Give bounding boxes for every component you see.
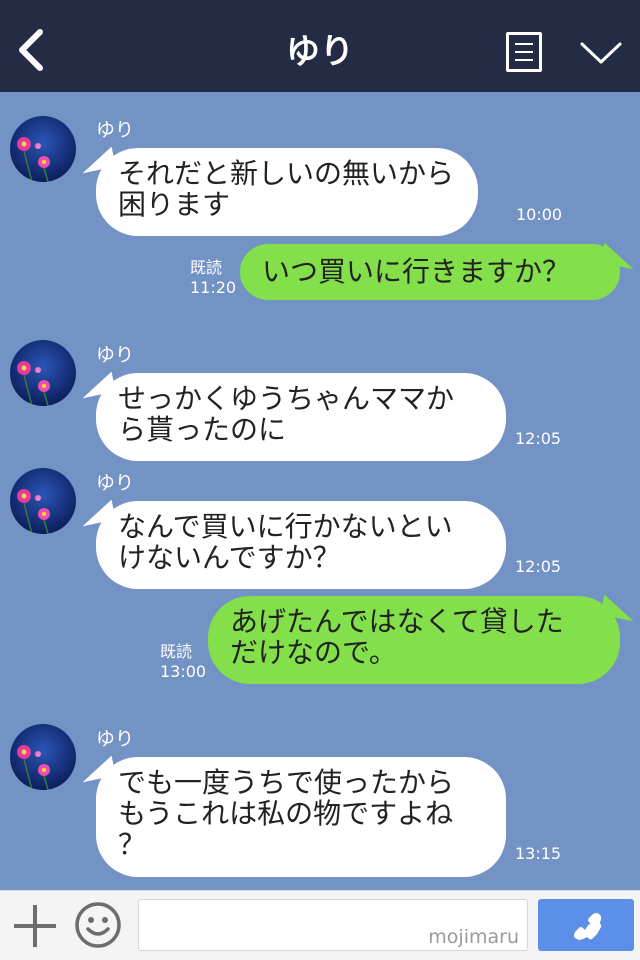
attach-button[interactable]: [14, 905, 56, 947]
avatar[interactable]: [10, 724, 76, 790]
read-label: 既読: [190, 258, 223, 277]
message-line: もうこれは私の物ですよね: [118, 797, 454, 830]
sender-name: ゆり: [96, 344, 135, 366]
message-time: 12:05: [515, 557, 562, 576]
smiley-icon: [75, 902, 121, 948]
chat-header: ゆり: [0, 0, 640, 92]
read-receipt: 既読 11:20: [190, 258, 236, 298]
read-label: 既読: [160, 642, 193, 661]
avatar[interactable]: [10, 116, 76, 182]
watermark-text: mojimaru: [428, 926, 519, 948]
outgoing-message-bubble[interactable]: あげたんではなくて貸した だけなので。: [208, 596, 620, 684]
sender-name: ゆり: [96, 119, 135, 141]
chevron-down-icon: [580, 42, 622, 64]
incoming-message-bubble[interactable]: なんで買いに行かないとい けないんですか？: [96, 501, 506, 589]
flower-avatar-image: [10, 724, 76, 790]
phone-icon: [574, 913, 602, 940]
incoming-message-bubble[interactable]: でも一度うちで使ったから もうこれは私の物ですよね ？: [96, 757, 506, 877]
emoji-button[interactable]: [74, 901, 122, 949]
message-line: せっかくゆうちゃんママか: [118, 382, 455, 415]
message-line: それだと新しいの無いから: [118, 157, 455, 190]
chat-title: ゆり: [286, 32, 354, 72]
avatar[interactable]: [10, 468, 76, 534]
collapse-button[interactable]: [578, 34, 624, 70]
message-line: 困ります: [118, 188, 231, 221]
message-time: 12:05: [515, 429, 562, 448]
message-time: 13:00: [160, 662, 207, 681]
flower-avatar-image: [10, 340, 76, 406]
menu-button[interactable]: [506, 32, 542, 72]
message-line: けないんですか？: [118, 541, 341, 574]
message-line: なんで買いに行かないとい: [118, 510, 453, 543]
sender-name: ゆり: [96, 472, 135, 494]
call-button[interactable]: [538, 899, 634, 951]
read-receipt: 既読 13:00: [160, 642, 206, 682]
message-time: 11:20: [190, 278, 237, 297]
message-line: ？: [118, 828, 147, 861]
message-list[interactable]: ゆり それだと新しいの無いから 困ります 10:00 既読 11:20 いつ買い…: [0, 92, 640, 890]
message-line: いつ買いに行きますか？: [262, 255, 571, 288]
incoming-message-bubble[interactable]: せっかくゆうちゃんママか ら貰ったのに: [96, 373, 506, 461]
message-line: ら貰ったのに: [118, 413, 287, 446]
avatar[interactable]: [10, 340, 76, 406]
message-line: でも一度うちで使ったから: [118, 766, 455, 799]
flower-avatar-image: [10, 468, 76, 534]
message-time: 13:15: [515, 844, 562, 863]
input-bar: mojimaru: [0, 890, 640, 960]
message-line: だけなので。: [230, 636, 397, 669]
sender-name: ゆり: [96, 728, 135, 750]
flower-avatar-image: [10, 116, 76, 182]
message-input[interactable]: mojimaru: [138, 899, 528, 951]
message-time: 10:00: [516, 205, 563, 224]
incoming-message-bubble[interactable]: それだと新しいの無いから 困ります: [96, 148, 478, 236]
outgoing-message-bubble[interactable]: いつ買いに行きますか？: [240, 244, 620, 300]
message-line: あげたんではなくて貸した: [230, 605, 564, 638]
